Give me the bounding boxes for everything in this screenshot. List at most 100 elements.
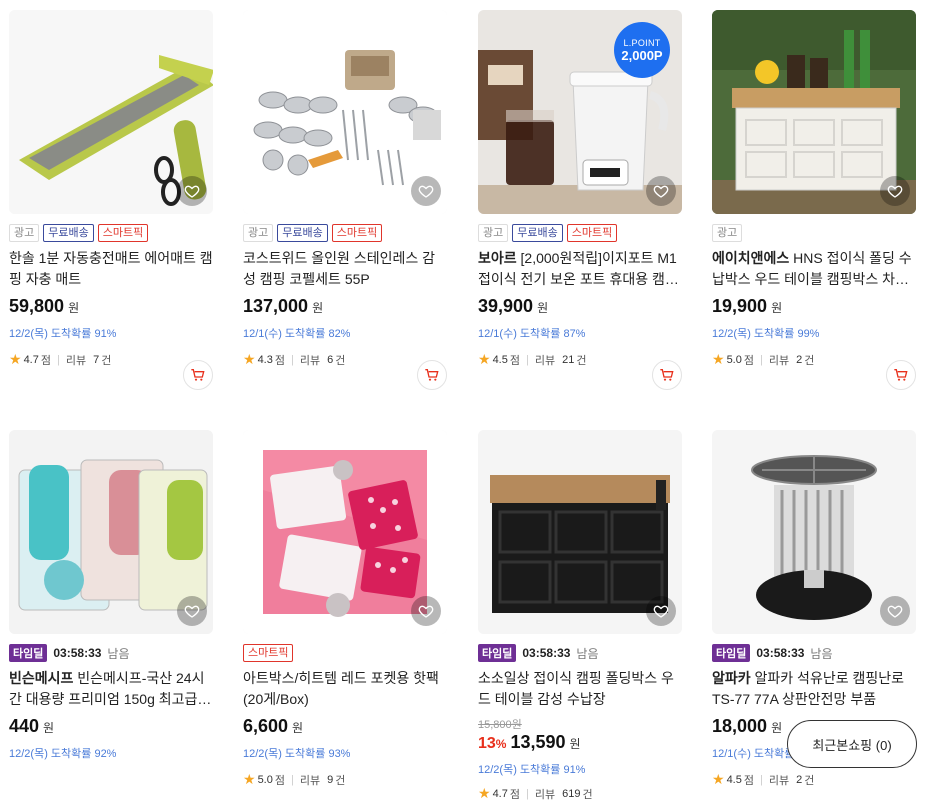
price-row: 39,900 원 bbox=[478, 296, 682, 317]
delivery-estimate: 12/2(목) 도착확률 91% bbox=[478, 764, 586, 776]
rating-unit: 점 bbox=[509, 788, 520, 801]
wishlist-button[interactable] bbox=[880, 176, 910, 206]
timedeal-badge: 타임딜 bbox=[478, 644, 517, 662]
discount-rate: 13% bbox=[478, 735, 506, 753]
heart-icon bbox=[653, 605, 669, 618]
rating-value: 4.5 bbox=[726, 773, 742, 786]
currency: 원 bbox=[292, 721, 304, 735]
review-label: 리뷰 bbox=[768, 354, 790, 367]
product-title-text[interactable]: 아트박스/히트템 레드 포켓용 핫팩(20게/Box) bbox=[243, 670, 439, 707]
cart-icon bbox=[191, 369, 205, 381]
rating-row: ★ 4.5 점 | 리뷰 2건 bbox=[712, 771, 916, 788]
wishlist-button[interactable] bbox=[411, 176, 441, 206]
rating-unit: 점 bbox=[509, 354, 520, 367]
delivery-estimate: 12/2(목) 도착확률 92% bbox=[9, 748, 117, 760]
brand-name[interactable]: 빈슨메시프 bbox=[9, 670, 73, 686]
wishlist-button[interactable] bbox=[646, 596, 676, 626]
timedeal-row: 타임딜 03:58:33 남음 bbox=[478, 644, 682, 662]
product-title[interactable]: 알파카 알파카 석유난로 캠핑난로 TS-77 77A 상판안전망 부품 bbox=[712, 668, 916, 710]
product-image[interactable]: L.POINT 2,000P bbox=[478, 10, 682, 214]
recently-viewed-label[interactable]: 최근본쇼핑 (0) bbox=[812, 735, 891, 754]
add-to-cart-button[interactable] bbox=[886, 360, 916, 390]
currency: 원 bbox=[771, 721, 783, 735]
discount-unit: % bbox=[495, 737, 507, 751]
currency: 원 bbox=[771, 301, 783, 315]
product-card[interactable]: 광고 무료배송 스마트픽 한솔 1분 자동충전매트 에어매트 캠핑 자충 매트 … bbox=[9, 10, 213, 390]
rating-row: ★ 4.7 점 | 리뷰 7건 bbox=[9, 351, 213, 368]
review-label: 리뷰 bbox=[299, 354, 321, 367]
product-title-text[interactable]: 코스트위드 올인원 스테인레스 감성 캠핑 코펠세트 55P bbox=[243, 250, 435, 287]
badge-list: 스마트픽 bbox=[243, 644, 447, 662]
product-image[interactable] bbox=[478, 430, 682, 634]
cart-icon bbox=[425, 369, 439, 381]
timedeal-row: 타임딜 03:58:33 남음 bbox=[712, 644, 916, 662]
product-title[interactable]: 보아르 [2,000원적립]이지포트 M1 접이식 전기 보온 포트 휴대용 캠… bbox=[478, 248, 682, 290]
add-to-cart-button[interactable] bbox=[652, 360, 682, 390]
price: 19,900 bbox=[712, 296, 768, 316]
wishlist-button[interactable] bbox=[646, 176, 676, 206]
product-title[interactable]: 빈슨메시프 빈슨메시프-국산 24시간 대용량 프리미엄 150g 최고급… bbox=[9, 668, 213, 710]
star-icon: ★ bbox=[243, 771, 256, 787]
product-title[interactable]: 소소일상 접이식 캠핑 폴딩박스 우드 테이블 감성 수납장 bbox=[478, 668, 682, 710]
wishlist-button[interactable] bbox=[411, 596, 441, 626]
review-count: 619 bbox=[562, 787, 581, 800]
review-count: 7 bbox=[93, 353, 100, 366]
review-label: 리뷰 bbox=[299, 774, 321, 787]
product-image[interactable] bbox=[9, 10, 213, 214]
recently-viewed-button[interactable]: 최근본쇼핑 (0) bbox=[787, 720, 917, 768]
brand-name[interactable]: 알파카 bbox=[712, 670, 751, 686]
product-card[interactable]: 타임딜 03:58:33 남음 소소일상 접이식 캠핑 폴딩박스 우드 테이블 … bbox=[478, 430, 682, 802]
product-card[interactable]: 광고 에이치앤에스 HNS 접이식 폴딩 수납박스 우드 테이블 캠핑박스 차…… bbox=[712, 10, 916, 390]
cart-icon bbox=[660, 369, 674, 381]
product-card[interactable]: 스마트픽 아트박스/히트템 레드 포켓용 핫팩(20게/Box) 6,600 원 … bbox=[243, 430, 447, 788]
price: 6,600 bbox=[243, 716, 289, 736]
heart-icon bbox=[418, 605, 434, 618]
review-unit: 건 bbox=[101, 354, 112, 367]
brand-name[interactable]: 에이치앤에스 bbox=[712, 250, 789, 266]
price: 137,000 bbox=[243, 296, 309, 316]
review-unit: 건 bbox=[804, 354, 815, 367]
add-to-cart-button[interactable] bbox=[417, 360, 447, 390]
rating-value: 4.3 bbox=[257, 353, 273, 366]
price: 39,900 bbox=[478, 296, 534, 316]
badge-list: 광고 무료배송 스마트픽 bbox=[478, 224, 682, 242]
rating-value: 4.7 bbox=[23, 353, 39, 366]
add-to-cart-button[interactable] bbox=[183, 360, 213, 390]
product-image[interactable] bbox=[712, 10, 916, 214]
product-image[interactable] bbox=[243, 10, 447, 214]
product-card[interactable]: 광고 무료배송 스마트픽 코스트위드 올인원 스테인레스 감성 캠핑 코펠세트 … bbox=[243, 10, 447, 390]
review-unit: 건 bbox=[582, 788, 593, 801]
rating-row: ★ 5.0 점 | 리뷰 9건 bbox=[243, 771, 447, 788]
star-icon: ★ bbox=[478, 785, 491, 801]
product-title[interactable]: 한솔 1분 자동충전매트 에어매트 캠핑 자충 매트 bbox=[9, 248, 213, 290]
wishlist-button[interactable] bbox=[880, 596, 910, 626]
price-row: 19,900 원 bbox=[712, 296, 916, 317]
smartpick-badge: 스마트픽 bbox=[331, 224, 383, 242]
lpoint-value: 2,000P bbox=[621, 47, 663, 63]
product-title-text[interactable]: 한솔 1분 자동충전매트 에어매트 캠핑 자충 매트 bbox=[9, 250, 213, 287]
divider: | bbox=[56, 353, 60, 366]
wishlist-button[interactable] bbox=[177, 176, 207, 206]
product-image[interactable] bbox=[243, 430, 447, 634]
rating-unit: 점 bbox=[274, 354, 285, 367]
rating-row: ★ 4.7 점 | 리뷰 619 건 bbox=[478, 785, 682, 802]
product-image[interactable] bbox=[712, 430, 916, 634]
currency: 원 bbox=[569, 737, 581, 751]
product-title[interactable]: 코스트위드 올인원 스테인레스 감성 캠핑 코펠세트 55P bbox=[243, 248, 447, 290]
currency: 원 bbox=[43, 721, 55, 735]
price-row: 6,600 원 bbox=[243, 716, 447, 737]
product-title[interactable]: 에이치앤에스 HNS 접이식 폴딩 수납박스 우드 테이블 캠핑박스 차… bbox=[712, 248, 916, 290]
price-row: 137,000 원 bbox=[243, 296, 447, 317]
brand-name[interactable]: 보아르 bbox=[478, 250, 517, 266]
price-row: 59,800 원 bbox=[9, 296, 213, 317]
ad-badge: 광고 bbox=[243, 224, 274, 242]
badge-list: 광고 bbox=[712, 224, 916, 242]
product-title-text[interactable]: 소소일상 접이식 캠핑 폴딩박스 우드 테이블 감성 수납장 bbox=[478, 670, 674, 707]
product-card[interactable]: 타임딜 03:58:33 남음 빈슨메시프 빈슨메시프-국산 24시간 대용량 … bbox=[9, 430, 213, 761]
discount-value: 13 bbox=[478, 735, 496, 752]
product-card[interactable]: L.POINT 2,000P 광고 무료배송 스마트픽 보아르 [2,000원적… bbox=[478, 10, 682, 390]
wishlist-button[interactable] bbox=[177, 596, 207, 626]
product-image[interactable] bbox=[9, 430, 213, 634]
product-title[interactable]: 아트박스/히트템 레드 포켓용 핫팩(20게/Box) bbox=[243, 668, 447, 710]
price: 18,000 bbox=[712, 716, 768, 736]
